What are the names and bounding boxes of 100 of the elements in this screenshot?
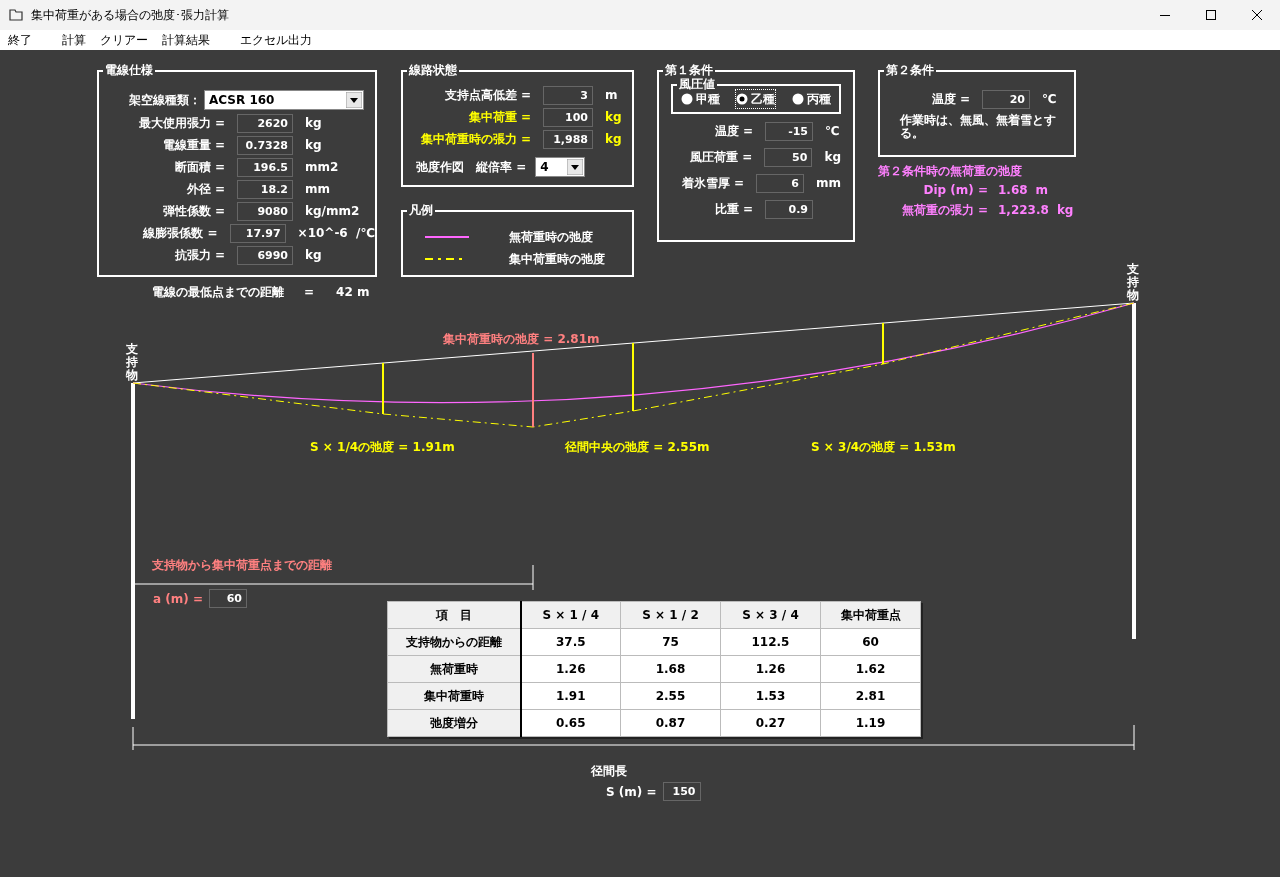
number-field[interactable]: 60: [209, 589, 247, 608]
equals-sign: =: [304, 284, 315, 301]
group-title: 線路状態: [407, 62, 459, 78]
field-label: 集中荷重 =: [467, 109, 531, 126]
table-cell: 75: [620, 628, 721, 656]
column-header: S × 1 / 2: [620, 601, 721, 629]
field-label: 縦倍率 =: [476, 159, 527, 176]
distance-value: 42 m: [336, 284, 370, 301]
radio-icon: [736, 93, 749, 105]
unit-label: kg: [605, 131, 622, 148]
radio-icon: [791, 93, 804, 105]
unit-label: mm2: [305, 159, 339, 176]
result-value: 1.68: [998, 182, 1028, 199]
table-cell: 0.65: [520, 709, 621, 737]
menu-item[interactable]: 終了: [8, 31, 32, 49]
load-dip-label: 集中荷重時の弛度 = 2.81m: [443, 331, 600, 348]
radio-option[interactable]: 甲種: [681, 90, 721, 108]
row-header: 無荷重時: [387, 655, 521, 683]
field-label: 断面積 =: [173, 159, 225, 176]
note-text: 作業時は、無風、無着雪とする。: [900, 114, 1057, 140]
number-field[interactable]: 17.97: [229, 223, 286, 243]
number-field[interactable]: 2620: [237, 113, 293, 133]
unit-label: mm: [305, 181, 330, 198]
caret-icon: [346, 92, 362, 108]
menu-item[interactable]: 計算: [62, 31, 86, 49]
field-label: 外径 =: [185, 181, 225, 198]
field-label: 温度 =: [930, 91, 970, 108]
number-field[interactable]: 20: [982, 89, 1030, 109]
column-header: 項 目: [387, 601, 521, 629]
field-label: a (m) =: [153, 590, 203, 608]
number-field[interactable]: 100: [543, 107, 593, 127]
field-label: S (m) =: [606, 783, 657, 801]
radio-option[interactable]: 丙種: [791, 90, 831, 108]
menu-item[interactable]: 計算結果: [162, 31, 210, 49]
result-title: 第２条件時の無荷重の弛度: [878, 163, 1023, 180]
field-label: 最大使用張力 =: [137, 115, 225, 132]
dropdown-value: 4: [539, 159, 550, 176]
number-field[interactable]: 50: [764, 147, 813, 167]
menu-item[interactable]: エクセル出力: [240, 31, 312, 49]
field-label: 風圧荷重 =: [689, 149, 753, 166]
number-field[interactable]: -15: [765, 121, 813, 141]
dropdown-value: ACSR 160: [208, 92, 276, 109]
table-cell: 1.26: [520, 655, 621, 683]
row-header: 集中荷重時: [387, 682, 521, 710]
unit-label: kg/mm2: [305, 203, 360, 220]
number-field[interactable]: 9080: [237, 201, 293, 221]
group-title: 風圧値: [677, 76, 717, 92]
column-header: S × 1 / 4: [520, 601, 621, 629]
number-field[interactable]: 6990: [237, 245, 293, 265]
result-unit: kg: [1056, 202, 1074, 219]
legend-label: 集中荷重時の弛度: [509, 251, 605, 268]
dropdown[interactable]: 4: [535, 157, 586, 177]
unit-label: kg: [305, 247, 322, 264]
load-distance-title: 支持物から集中荷重点までの距離: [152, 557, 332, 574]
row-header: 支持物からの距離: [387, 628, 521, 656]
support-label: 支持物: [126, 343, 138, 383]
column-header: S × 3 / 4: [720, 601, 821, 629]
distance-label: 電線の最低点までの距離: [152, 284, 284, 301]
caret-icon: [567, 159, 584, 175]
number-field[interactable]: 196.5: [237, 157, 293, 177]
number-field[interactable]: 0.9: [765, 199, 813, 219]
table-cell: 0.27: [720, 709, 821, 737]
result-unit: m: [1035, 182, 1049, 199]
field-label: 温度 =: [713, 123, 753, 140]
support-label: 支持物: [1127, 263, 1139, 303]
table-cell: 37.5: [520, 628, 621, 656]
dropdown[interactable]: ACSR 160: [204, 90, 364, 110]
field-label: 架空線種類：: [128, 92, 201, 109]
close-icon: [1252, 10, 1262, 20]
number-field[interactable]: 1,988: [543, 129, 593, 149]
table-cell: 2.81: [820, 682, 921, 710]
field-label: 電線重量 =: [161, 137, 225, 154]
field-label: 着氷雪厚 =: [680, 175, 744, 192]
number-field[interactable]: 18.2: [237, 179, 293, 199]
result-label: 無荷重の張力 =: [900, 202, 988, 219]
table-cell: 1.26: [720, 655, 821, 683]
field-label: 集中荷重時の張力 =: [419, 131, 531, 148]
table-cell: 1.91: [520, 682, 621, 710]
table-cell: 1.53: [720, 682, 821, 710]
menu-item[interactable]: クリアー: [100, 31, 148, 49]
table-cell: 2.55: [620, 682, 721, 710]
group-title: 電線仕様: [103, 62, 155, 78]
field-label: 弾性係数 =: [161, 203, 225, 220]
group-title: 第２条件: [884, 62, 936, 78]
unit-label: mm: [816, 175, 841, 192]
radio-option[interactable]: 乙種: [736, 90, 776, 108]
minimize-icon: [1160, 14, 1170, 16]
unit-label: ×10^-6 /℃: [297, 225, 375, 242]
number-field[interactable]: 150: [662, 782, 701, 801]
table-cell: 1.19: [820, 709, 921, 737]
number-field[interactable]: 6: [756, 173, 804, 193]
number-field[interactable]: 3: [543, 85, 593, 105]
maximize-icon: [1206, 10, 1216, 20]
unit-label: kg: [305, 115, 322, 132]
number-field[interactable]: 0.7328: [237, 135, 293, 155]
column-header: 集中荷重点: [820, 601, 921, 629]
span-title: 径間長: [591, 763, 627, 780]
field-label: 線膨張係数 =: [142, 225, 218, 242]
window-title: 集中荷重がある場合の弛度･張力計算: [31, 7, 229, 24]
unit-label: ℃: [1042, 91, 1057, 108]
